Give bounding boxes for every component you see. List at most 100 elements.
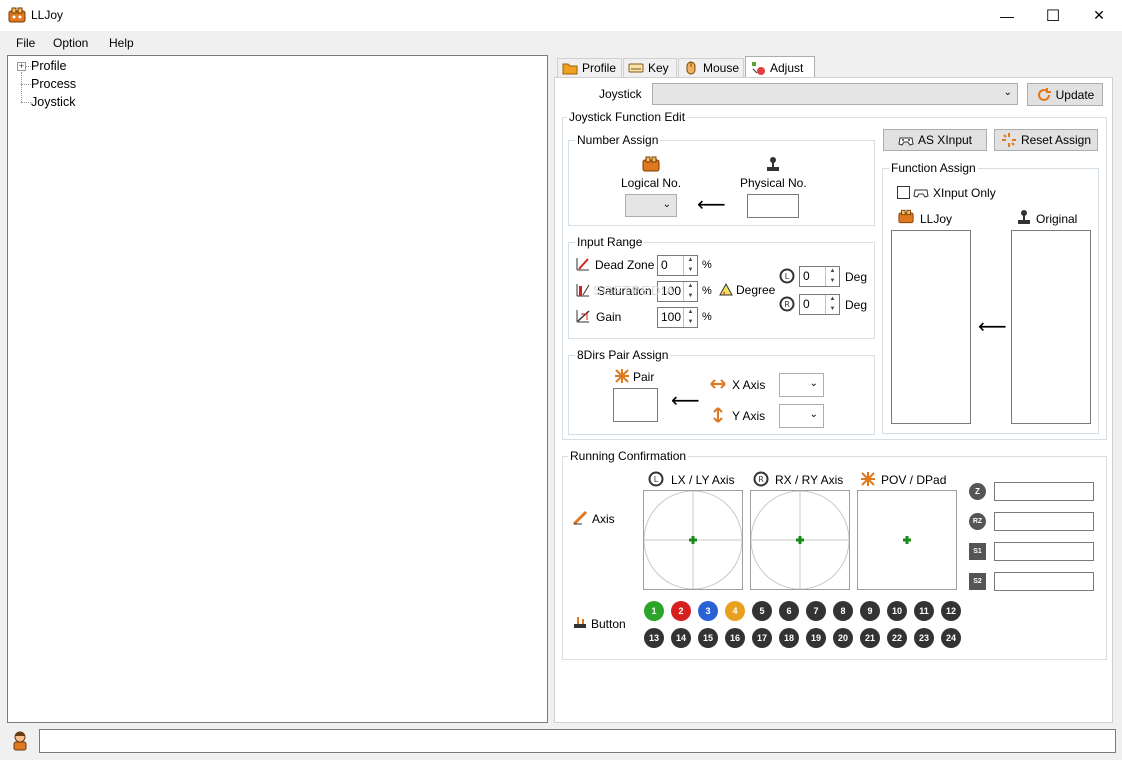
tree-view[interactable]: + Profile Process Joystick [7,55,548,723]
right-stick-icon: R [779,296,795,312]
tree-item-process[interactable]: Process [31,77,76,91]
gain-value: 100 [661,310,682,324]
button-number: 3 [705,606,711,616]
deg1-spinner[interactable]: 0 ▲ ▼ [799,266,840,287]
button-10-icon: 10 [887,601,907,621]
svg-text:L: L [654,475,659,484]
button-number: 12 [945,606,956,616]
reset-assign-button[interactable]: Reset Assign [994,129,1098,151]
z-axis-field [994,482,1094,501]
deg-label: Deg [845,270,868,284]
spinner-buttons[interactable]: ▲ ▼ [683,308,697,327]
tab-profile[interactable]: Profile [557,58,622,77]
svg-text:L: L [785,272,790,281]
close-button[interactable]: ✕ [1076,0,1122,31]
spinner-buttons[interactable]: ▲ ▼ [683,282,697,301]
expand-icon[interactable]: + [17,62,26,71]
slider1-icon: S1 [969,543,986,560]
button-number: 11 [919,606,929,616]
svg-text:R: R [758,475,764,484]
function-assign-title: Function Assign [889,161,978,175]
minimize-button[interactable]: — [984,0,1030,31]
button-indicator: 17 [751,627,773,649]
deg2-spinner[interactable]: 0 ▲ ▼ [799,294,840,315]
button-14-icon: 14 [671,628,691,648]
tree-connector [21,72,22,102]
original-function-list[interactable] [1011,230,1091,424]
left-arrow-icon: ⟵ [671,390,700,412]
button-6-icon: 6 [779,601,799,621]
button-indicator: 7 [805,600,827,622]
chevron-down-icon: ⌄ [662,199,671,210]
left-arrow-icon: ⟵ [697,194,726,216]
button-indicator: 22 [886,627,908,649]
deg2-value: 0 [803,297,810,311]
slider2-icon-text: S2 [973,578,982,585]
button-row-1: 1 2 3 4 5 6 7 8 9 10 11 12 [643,600,962,622]
axis-icon [572,510,588,526]
tree-item-profile[interactable]: Profile [31,59,66,73]
xinput-only-checkbox[interactable] [897,186,910,199]
button-indicator: 23 [913,627,935,649]
minimize-icon: — [1000,7,1014,24]
tree-item-joystick[interactable]: Joystick [31,95,75,109]
button-number: 19 [810,633,821,643]
menu-option[interactable]: Option [53,36,88,50]
button-number: 21 [864,633,875,643]
tab-key[interactable]: Key [623,58,677,77]
maximize-button[interactable]: ☐ [1030,0,1076,31]
dead-zone-icon [576,258,589,271]
app-icon [8,7,26,23]
spinner-buttons[interactable]: ▲ ▼ [825,295,839,314]
pair-label: Pair [633,370,655,384]
pair-field[interactable] [613,388,658,422]
rxry-display [750,490,850,590]
pair-assign-title: 8Dirs Pair Assign [575,348,671,362]
right-stick-icon: R [753,471,769,487]
chevron-down-icon: ⌄ [1003,87,1012,98]
spinner-buttons[interactable]: ▲ ▼ [683,256,697,275]
button-number: 6 [786,606,792,616]
percent-label: % [702,259,712,271]
dead-zone-spinner[interactable]: 0 ▲ ▼ [657,255,698,276]
slider1-field [994,542,1094,561]
y-axis-label: Y Axis [732,409,766,423]
physical-no-field[interactable] [747,194,799,218]
button-24-icon: 24 [941,628,961,648]
update-button[interactable]: Update [1027,83,1103,106]
deg-label: Deg [845,298,868,312]
physical-no-label: Physical No. [740,176,807,190]
menu-file[interactable]: File [16,36,35,50]
button-indicator: 15 [697,627,719,649]
running-confirmation-title: Running Confirmation [568,449,689,463]
tab-mouse[interactable]: Mouse [678,58,744,77]
reset-assign-label: Reset Assign [1020,133,1092,147]
x-axis-label: X Axis [732,378,766,392]
button-1-icon: 1 [644,601,664,621]
menu-help[interactable]: Help [109,36,134,50]
spinner-buttons[interactable]: ▲ ▼ [825,267,839,286]
keyboard-icon [628,63,644,73]
input-range-title: Input Range [575,235,645,249]
tab-adjust[interactable]: Adjust [745,56,815,78]
left-stick-icon: L [779,268,795,284]
degree-label: Degree [736,283,776,297]
button-4-icon: 4 [725,601,745,621]
status-avatar-icon [10,730,30,755]
axis-label: Axis [592,512,615,526]
joystick-select[interactable]: ⌄ [652,83,1018,105]
left-arrow-icon: ⟵ [978,316,1007,338]
y-axis-select[interactable]: ⌄ [779,404,824,428]
button-indicator: 9 [859,600,881,622]
update-label: Update [1055,87,1095,102]
logical-no-select[interactable]: ⌄ [625,194,677,217]
gain-spinner[interactable]: 100 ▲ ▼ [657,307,698,328]
lljoy-icon [898,209,914,227]
x-axis-select[interactable]: ⌄ [779,373,824,397]
pov-display [857,490,957,590]
tab-label: Adjust [770,60,804,75]
as-xinput-button[interactable]: AS XInput [883,129,987,151]
rz-axis-field [994,512,1094,531]
lljoy-function-list[interactable] [891,230,971,424]
button-7-icon: 7 [806,601,826,621]
